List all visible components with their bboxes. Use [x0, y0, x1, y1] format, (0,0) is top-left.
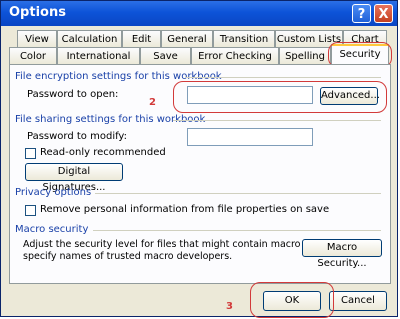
window-title: Options — [9, 5, 66, 20]
tab-color[interactable]: Color — [9, 47, 57, 64]
section-divider — [173, 120, 381, 121]
macro-security-button[interactable]: Macro Security... — [302, 239, 382, 269]
remove-personal-checkbox[interactable] — [25, 205, 36, 216]
annotation-ok-highlight — [250, 282, 334, 318]
options-dialog: Options ? X View Calculation Edit Genera… — [0, 0, 398, 318]
annotation-step-2: 2 — [149, 97, 156, 108]
read-only-checkbox[interactable] — [25, 148, 36, 159]
title-bar: Options ? X — [1, 1, 397, 26]
tab-edit[interactable]: Edit — [122, 30, 161, 47]
section-macro: Macro security — [15, 224, 89, 235]
close-button[interactable]: X — [374, 4, 393, 23]
tab-save[interactable]: Save — [140, 47, 191, 64]
section-divider — [185, 77, 381, 78]
tab-transition[interactable]: Transition — [213, 30, 275, 47]
section-privacy: Privacy options — [15, 187, 92, 198]
annotation-step-3: 3 — [226, 301, 233, 312]
tab-general[interactable]: General — [161, 30, 213, 47]
digital-signatures-button[interactable]: Digital Signatures... — [25, 163, 123, 193]
cancel-button[interactable]: Cancel — [329, 291, 387, 311]
macro-description-line2: specify names of trusted macro developer… — [23, 251, 233, 262]
annotation-password-highlight — [173, 81, 387, 113]
tab-international[interactable]: International — [57, 47, 140, 64]
tab-spelling[interactable]: Spelling — [279, 47, 331, 64]
section-divider — [93, 230, 381, 231]
section-divider — [95, 193, 381, 194]
tab-error-checking[interactable]: Error Checking — [191, 47, 279, 64]
read-only-label: Read-only recommended — [40, 147, 166, 158]
remove-personal-label: Remove personal information from file pr… — [40, 204, 330, 215]
tab-calculation[interactable]: Calculation — [57, 30, 122, 47]
password-open-label: Password to open: — [27, 89, 119, 100]
password-modify-label: Password to modify: — [27, 131, 127, 142]
tab-view[interactable]: View — [17, 30, 57, 47]
help-button[interactable]: ? — [352, 4, 371, 23]
password-modify-field[interactable] — [187, 128, 313, 146]
